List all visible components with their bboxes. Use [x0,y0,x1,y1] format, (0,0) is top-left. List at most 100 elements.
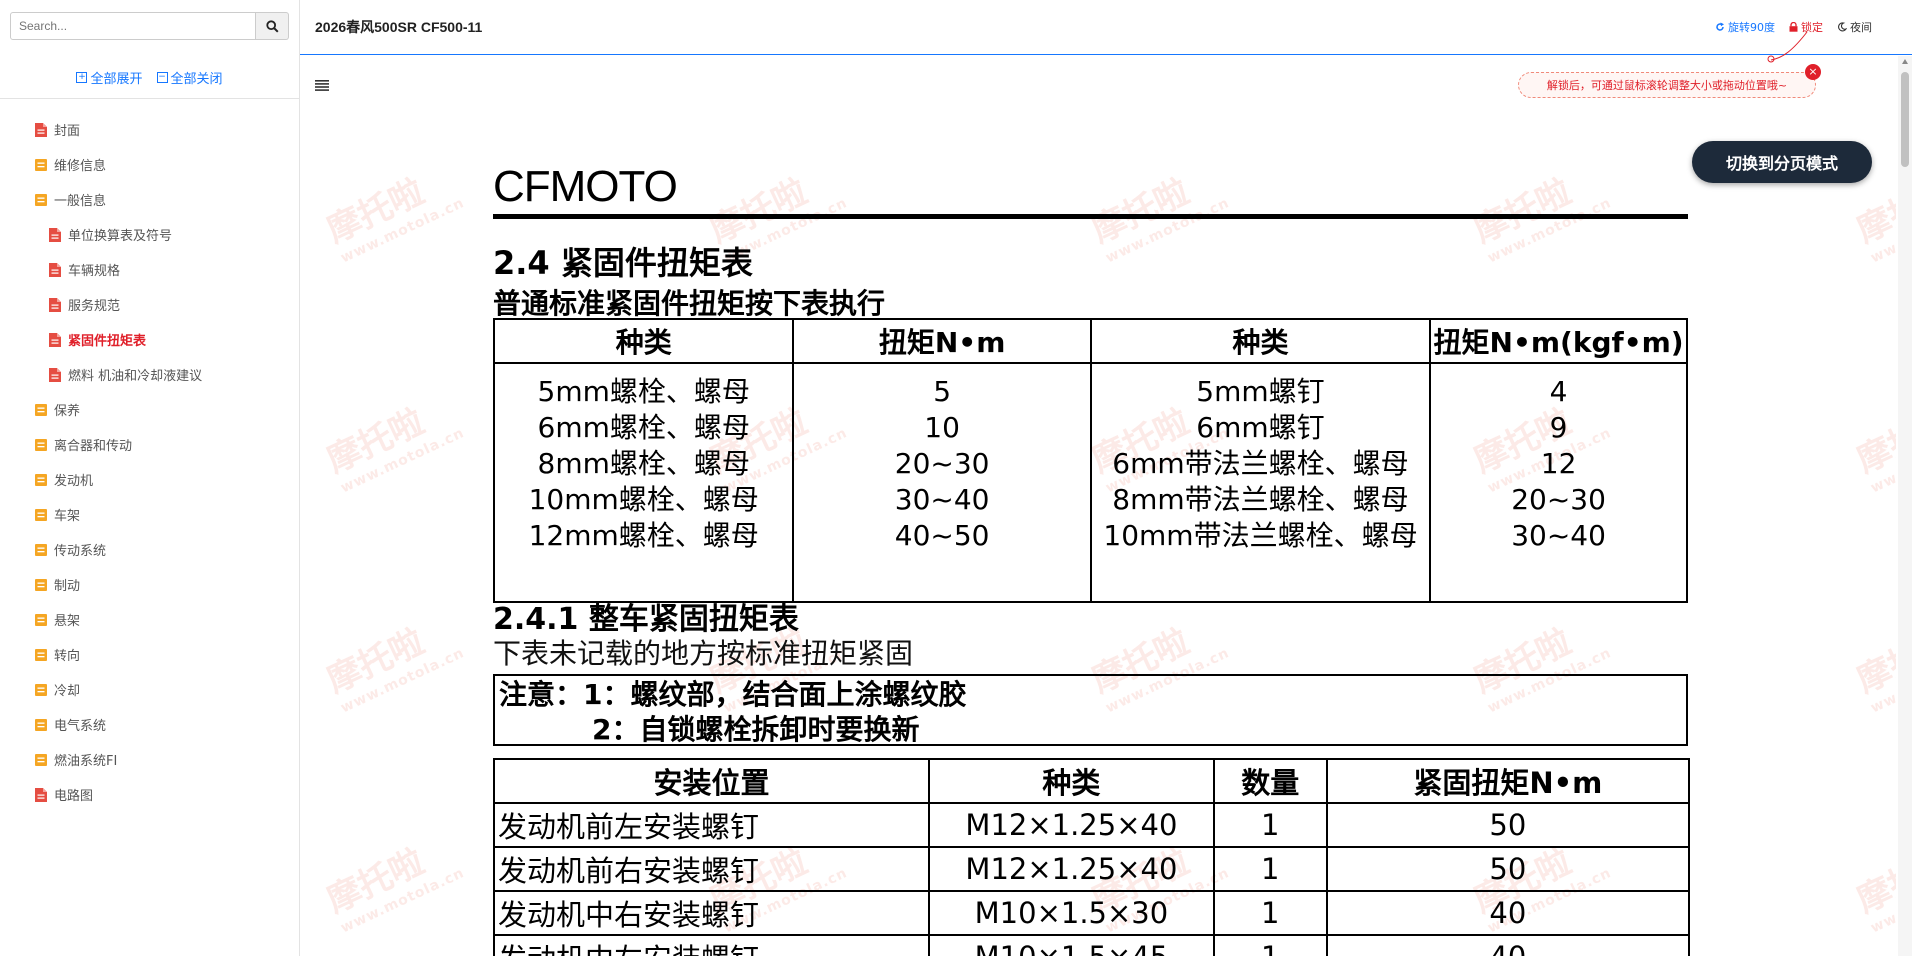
watermark: 摩托啦 www.motola.cn [318,381,467,497]
sidebar-item-label: 紧固件扭矩表 [68,334,147,349]
install-position-cell: 发动机中左安装螺钉 [492,934,931,956]
sidebar-item[interactable]: 传动系统 [0,532,299,567]
search-icon [265,19,279,33]
column-header: 紧固扭矩N•m [1325,758,1691,804]
sidebar-item[interactable]: 发动机 [0,462,299,497]
sidebar-item[interactable]: 车辆规格 [0,252,299,287]
sidebar-item[interactable]: 保养 [0,392,299,427]
sidebar-item-label: 电路图 [54,789,94,804]
torque-cell: 50 [1325,846,1691,892]
sidebar-item-label: 传动系统 [54,544,107,559]
toc-menu-button[interactable] [315,76,329,95]
minus-square-icon: − [156,71,168,83]
switch-page-mode-button[interactable]: 切换到分页模式 [1692,141,1872,183]
search-input[interactable] [10,12,256,40]
folder-icon [35,158,47,171]
sidebar-item[interactable]: 车架 [0,497,299,532]
pdf-file-icon [49,297,61,312]
torque-value: 30~40 [894,483,990,516]
quantity-cell: 1 [1212,890,1328,936]
sidebar-item[interactable]: 服务规范 [0,287,299,322]
folder-icon [35,718,47,731]
sidebar-item[interactable]: 燃料 机油和冷却液建议 [0,357,299,392]
pdf-file-icon [49,227,61,242]
tip-pointer-icon [1767,31,1808,63]
sidebar-item[interactable]: 燃油系统FI [0,742,299,777]
fastener-type-value: 10mm螺栓、螺母 [528,483,759,516]
folder-icon [35,648,47,661]
table-row: 发动机中右安装螺钉 M10×1.5×30 1 40 [492,890,1691,936]
watermark-text: 摩托啦 [320,401,431,481]
column-header: 数量 [1212,758,1328,804]
torque-value: 9 [1549,411,1568,444]
sidebar-item-label: 电气系统 [54,719,107,734]
fastener-type-value: 12mm螺栓、螺母 [528,519,759,552]
fastener-type-value: 5mm螺钉 [1196,375,1325,408]
torque-value: 5 [933,375,952,408]
moon-icon [1838,22,1847,32]
notice-line: 注意：1：螺纹部，结合面上涂螺纹胶 [499,678,967,711]
sidebar-item[interactable]: 紧固件扭矩表 [0,322,299,357]
fastener-spec-cell: M12×1.25×40 [928,846,1215,892]
sidebar-item[interactable]: 单位换算表及符号 [0,217,299,252]
sidebar-item-label: 转向 [54,649,81,664]
watermark-text: 摩托啦 [320,171,431,251]
folder-icon [35,193,47,206]
sidebar-item-label: 悬架 [54,614,81,629]
watermark-text: 摩托啦 [1850,621,1896,701]
watermark-url: www.motola.cn [1868,425,1896,497]
watermark: 摩托啦 www.motola.cn [1848,601,1896,717]
fastener-type-cell: 5mm螺钉 6mm螺钉 6mm带法兰螺栓、螺母 8mm带法兰螺栓、螺母 10mm带法兰螺… [1089,362,1432,603]
expand-all-label: 全部展开 [90,71,143,87]
scroll-up-arrow-icon[interactable] [1902,59,1908,64]
expand-all-button[interactable]: + 全部展开 [76,68,143,87]
sidebar-item[interactable]: 冷却 [0,672,299,707]
sidebar-item[interactable]: 电气系统 [0,707,299,742]
night-label: 夜间 [1850,21,1872,34]
sidebar-item[interactable]: 制动 [0,567,299,602]
watermark-text: 摩托啦 [320,621,431,701]
folder-icon [35,438,47,451]
header-bar: 2026春风500SR CF500-11 旋转90度 锁定 夜间 [300,0,1912,55]
pdf-file-icon [49,332,61,347]
scrollbar-thumb[interactable] [1901,72,1909,167]
sidebar-item[interactable]: 离合器和传动 [0,427,299,462]
sidebar-item-label: 燃料 机油和冷却液建议 [68,369,203,384]
tip-close-button[interactable]: × [1805,64,1821,80]
column-header: 种类 [492,318,795,364]
column-header: 扭矩N•m [792,318,1092,364]
sidebar-item[interactable]: 封面 [0,112,299,147]
torque-cell: 40 [1325,934,1691,956]
watermark-url: www.motola.cn [1103,195,1233,267]
sidebar-item[interactable]: 一般信息 [0,182,299,217]
column-header: 安装位置 [492,758,931,804]
fastener-type-value: 8mm螺栓、螺母 [537,447,750,480]
table-row: 5mm螺栓、螺母 6mm螺栓、螺母 8mm螺栓、螺母 10mm螺栓、螺母 12mm螺栓、… [492,362,1688,603]
scrollbar[interactable] [1898,56,1912,956]
table-row: 发动机前左安装螺钉 M12×1.25×40 1 50 [492,802,1691,848]
column-header: 种类 [1089,318,1432,364]
sidebar-item[interactable]: 悬架 [0,602,299,637]
plus-square-icon: + [76,71,88,83]
sidebar-item-label: 服务规范 [68,299,121,314]
fastener-spec-cell: M10×1.5×30 [928,890,1215,936]
sidebar-item[interactable]: 转向 [0,637,299,672]
sidebar-item[interactable]: 电路图 [0,777,299,812]
sidebar-item[interactable]: 维修信息 [0,147,299,182]
watermark: 摩托啦 www.motola.cn [1848,381,1896,497]
collapse-all-button[interactable]: − 全部关闭 [156,68,223,87]
folder-icon [35,578,47,591]
night-mode-button[interactable]: 夜间 [1837,19,1872,35]
watermark-url: www.motola.cn [1868,195,1896,267]
collapse-all-label: 全部关闭 [170,71,223,87]
torque-value: 40~50 [894,519,990,552]
sidebar: + 全部展开 − 全部关闭 封面维修信息一般信息单位换算表及符号车辆规格服务规范… [0,0,300,956]
search-button[interactable] [256,12,289,40]
notice-box: 注意：1：螺纹部，结合面上涂螺纹胶 2：自锁螺栓拆卸时要换新 [493,674,1688,746]
table-row: 发动机中左安装螺钉M10×1.5×45140 [492,934,1691,956]
folder-icon [35,508,47,521]
sidebar-item-label: 保养 [54,404,81,419]
watermark-text: 摩托啦 [1850,841,1896,921]
subsection-note: 下表未记载的地方按标准扭矩紧固 [493,637,914,670]
watermark-url: www.motola.cn [1868,865,1896,937]
